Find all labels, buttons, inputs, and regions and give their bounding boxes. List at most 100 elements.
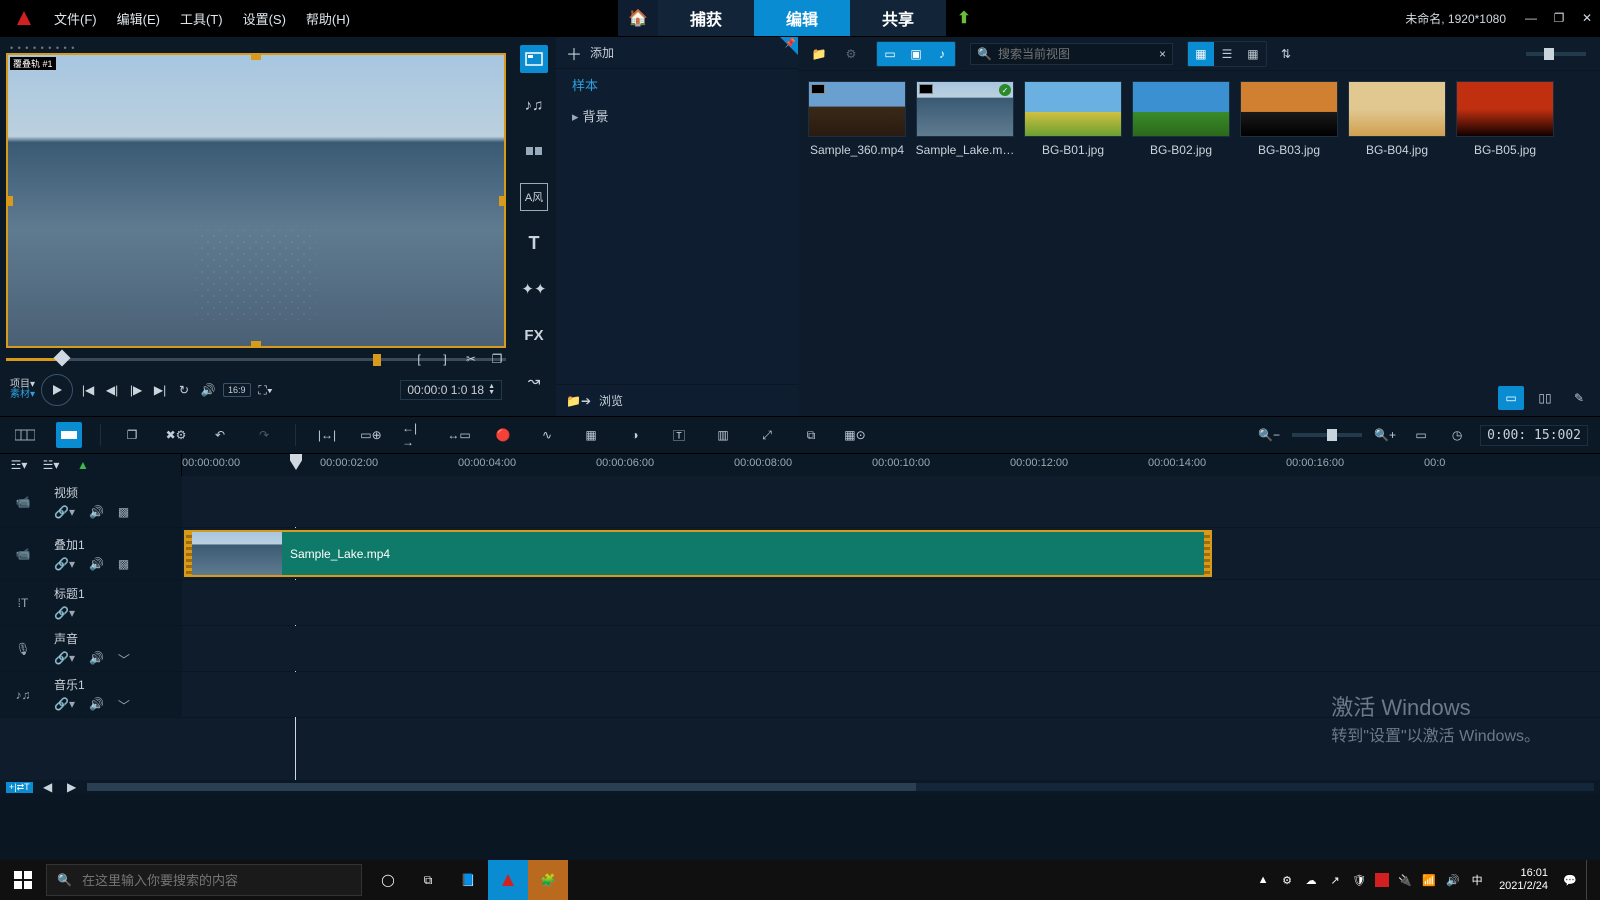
cat-path[interactable]: ↝ [520,367,548,395]
browse-button[interactable]: 📁➔ 浏览 [556,384,798,416]
scrub-endmark[interactable] [373,354,381,366]
tray-icon[interactable]: ☁ [1303,872,1319,888]
menu-tools[interactable]: 工具(T) [170,5,233,32]
resize-handle-w[interactable] [6,196,13,206]
cat-text[interactable]: T [520,229,548,257]
view-grid[interactable]: ▦ [1240,42,1266,66]
timeline-clip[interactable]: Sample_Lake.mp4 [184,530,1212,577]
minimize-button[interactable]: — [1522,9,1540,27]
library-item[interactable]: Sample_360.mp4 [808,81,906,157]
hscroll-right[interactable]: ▶ [63,778,81,796]
tray-clock[interactable]: 16:01 2021/2/24 [1499,867,1548,893]
cat-graphics[interactable]: ✦✦ [520,275,548,303]
taskbar-app-videostudio[interactable] [488,860,528,900]
loop-button[interactable]: ↻ [175,381,193,399]
cat-transition[interactable] [520,137,548,165]
tray-icon[interactable]: 🔌 [1397,872,1413,888]
library-item[interactable]: BG-B05.jpg [1456,81,1554,157]
mark-out-button[interactable]: ] [436,350,454,368]
track-motion-button[interactable]: ▦⊙ [842,422,868,448]
copy-attrib-button[interactable]: ❐ [119,422,145,448]
cortana-icon[interactable]: ◯ [368,860,408,900]
timeline-view[interactable] [56,422,82,448]
notifications-icon[interactable]: 💬 [1562,872,1578,888]
cat-title[interactable]: A风 [520,183,548,211]
track-overlay-body[interactable]: Sample_Lake.mp4 [182,528,1600,579]
clip-trim-right[interactable] [1204,532,1210,575]
filter-photo[interactable]: ▣ [903,42,929,66]
audio-mixer-button[interactable]: ∿ [534,422,560,448]
fit-project-button[interactable]: |↔| [314,422,340,448]
scrub-bar[interactable]: [ ] ✂ ❐ [6,352,506,370]
taskbar-app-3[interactable]: 🧩 [528,860,568,900]
import-button[interactable]: 📁 [806,42,832,66]
cat-audio[interactable]: ♪♫ [520,91,548,119]
resize-handle-s[interactable] [251,341,261,348]
zoom-out-button[interactable]: 🔍− [1256,422,1282,448]
undo-button[interactable]: ↶ [207,422,233,448]
fit-window-button[interactable]: ▭ [1408,422,1434,448]
clip-trim-left[interactable] [186,532,192,575]
tray-ime[interactable]: 中 [1469,872,1485,888]
sort-button[interactable]: ⇅ [1273,42,1299,66]
footer-btn-1[interactable]: ▭ [1498,386,1524,410]
expand-icon[interactable]: ﹀ [118,697,130,714]
tab-capture[interactable]: 捕获 [658,0,754,36]
show-desktop-button[interactable] [1586,860,1592,900]
menu-file[interactable]: 文件(F) [44,5,107,32]
split-button[interactable]: ✂ [462,350,480,368]
aspect-ratio-chip[interactable]: 16:9 [223,383,251,397]
zoom-in-button[interactable]: 🔍+ [1372,422,1398,448]
track-music-icon[interactable]: ♪♫ [0,672,46,717]
mute-icon[interactable]: 🔊 [89,505,104,519]
tray-wifi-icon[interactable]: 📶 [1421,872,1437,888]
filter-video[interactable]: ▭ [877,42,903,66]
track-overlay-icon[interactable]: 📹 [0,528,46,579]
project-duration-icon[interactable]: ◷ [1444,422,1470,448]
pane-grip-2[interactable] [512,37,516,47]
hscroll-bar[interactable] [87,783,1594,791]
playhead-marker[interactable] [290,454,302,470]
playback-mode[interactable]: 项目▾ 素材▾ [10,380,35,400]
link-icon[interactable]: 🔗▾ [54,505,75,519]
pin-icon[interactable]: 📌 [785,38,796,49]
tray-icon[interactable]: ▲ [1255,872,1271,888]
split-screen-button[interactable]: ▥ [710,422,736,448]
go-start-button[interactable]: |◀ [79,381,97,399]
slip-button[interactable]: ↔▭ [446,422,472,448]
timeline-zoom-handle[interactable] [1327,429,1337,441]
start-button[interactable] [0,860,46,900]
timecode-spinner[interactable]: ▲▼ [488,384,495,396]
cat-fx[interactable]: FX [520,321,548,349]
tab-home[interactable]: 🏠 [618,0,658,36]
next-frame-button[interactable]: |▶ [127,381,145,399]
record-button[interactable]: 🔴 [490,422,516,448]
tray-icon[interactable]: 🛡 [1351,872,1367,888]
timeline-ruler[interactable]: 00:00:00:0000:00:02:0000:00:04:0000:00:0… [182,454,1600,476]
track-options-1[interactable]: ☲▾ [10,456,28,474]
storyboard-view[interactable] [12,422,38,448]
pane-grip[interactable]: • • • • • • • • • [6,43,506,53]
resize-preview-button[interactable]: ⛶▾ [257,381,275,399]
gear-icon[interactable]: ⚙ [838,42,864,66]
add-label[interactable]: 添加 [590,44,614,61]
play-button[interactable] [41,374,73,406]
subtitle-button[interactable]: 🅃 [666,422,692,448]
maximize-button[interactable]: ❐ [1550,9,1568,27]
task-view-icon[interactable]: ⧉ [408,860,448,900]
tab-share[interactable]: 共享 [850,0,946,36]
snapshot-button[interactable]: ❐ [488,350,506,368]
redo-button[interactable]: ↷ [251,422,277,448]
tree-sample[interactable]: 样本 [556,69,798,100]
mute-icon[interactable]: 🔊 [89,557,104,571]
scrub-thumb[interactable] [54,350,71,367]
track-video-icon[interactable]: 📹 [0,476,46,527]
menu-settings[interactable]: 设置(S) [233,5,296,32]
taskbar-search-input[interactable] [82,873,351,888]
timecode-display[interactable]: 00:00:0 1:0 18 ▲▼ [400,380,502,400]
mask-button[interactable]: ◑ [622,422,648,448]
footer-btn-3[interactable]: ✎ [1566,386,1592,410]
disable-icon[interactable]: ▩ [118,557,129,571]
track-title-body[interactable] [182,580,1600,625]
tray-icon[interactable]: ↗ [1327,872,1343,888]
